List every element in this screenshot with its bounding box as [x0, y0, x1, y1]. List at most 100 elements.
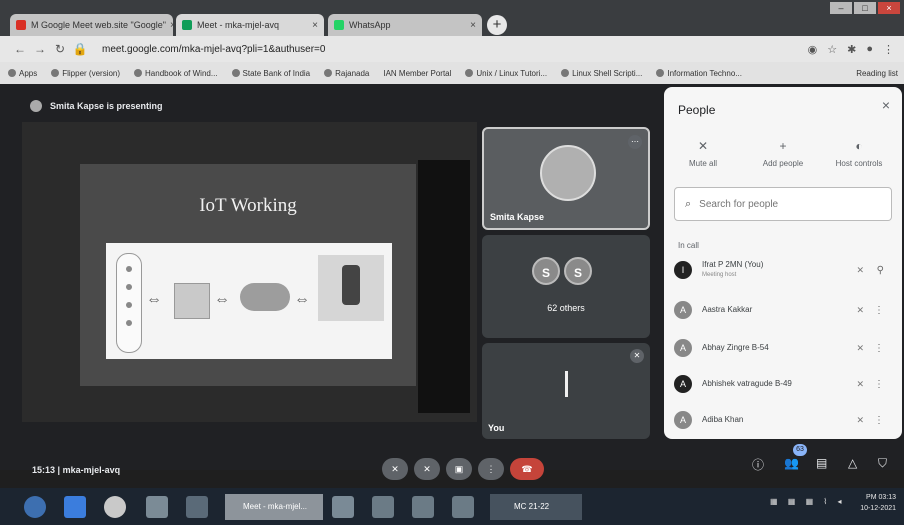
close-icon[interactable]: ×: [166, 20, 173, 31]
host-controls-button[interactable]: ◐ Host controls: [824, 139, 894, 168]
chat-icon[interactable]: ▤: [816, 456, 827, 470]
more-options-icon[interactable]: ⋮: [874, 343, 884, 354]
bookmark-icon: [656, 69, 665, 77]
participant-row[interactable]: A Abhishek vatragude B-49 ✕ ⋮: [674, 369, 892, 399]
role-text: Meeting host: [702, 272, 737, 278]
add-people-button[interactable]: + Add people: [748, 139, 818, 168]
self-tile[interactable]: ✕ You: [482, 343, 650, 439]
word-icon[interactable]: [332, 496, 354, 518]
participant-name: Aastra Kakkar: [702, 305, 753, 314]
bookmark-item[interactable]: Information Techno...: [656, 69, 742, 78]
close-icon[interactable]: ×: [882, 97, 890, 113]
taskbar-meet-window[interactable]: Meet - mka-mjel...: [225, 494, 323, 520]
bookmarks-bar: Apps Flipper (version) Handbook of Wind.…: [0, 62, 904, 84]
presenter-tile[interactable]: ⋯ Smita Kapse: [482, 127, 650, 230]
reload-icon[interactable]: ↻: [52, 42, 68, 56]
mute-all-button[interactable]: ✕ Mute all: [668, 139, 738, 168]
shield-icon[interactable]: ⛉: [878, 456, 887, 471]
minimize-button[interactable]: –: [830, 2, 852, 14]
edge-icon[interactable]: [64, 496, 86, 518]
arrow-icon: ⇔: [146, 291, 162, 308]
participant-row[interactable]: A Aastra Kakkar ✕ ⋮: [674, 295, 892, 325]
bookmark-item[interactable]: Unix / Linux Tutori...: [465, 69, 547, 78]
tab-google-meet-web[interactable]: M Google Meet web.site "Google" ×: [10, 14, 173, 36]
profile-icon[interactable]: ●: [866, 43, 873, 56]
bookmark-icon: [465, 69, 474, 77]
toggle-icon: ◐: [855, 139, 863, 153]
leave-call-button[interactable]: ☎: [510, 458, 544, 480]
excel-icon[interactable]: [412, 496, 434, 518]
presenting-banner: Smita Kapse is presenting: [30, 100, 163, 112]
bookmark-item[interactable]: IAN Member Portal: [383, 69, 451, 78]
whatsapp-icon: [334, 20, 344, 30]
camera-toggle-button[interactable]: ✕: [414, 458, 440, 480]
chrome-icon[interactable]: [104, 496, 126, 518]
more-options-icon[interactable]: ⋯: [628, 135, 642, 149]
tab-whatsapp[interactable]: WhatsApp ×: [328, 14, 482, 36]
bookmark-apps[interactable]: Apps: [8, 69, 37, 78]
url-field[interactable]: meet.google.com/mka-mjel-avq?pli=1&authu…: [102, 44, 325, 55]
microcontroller-icon: [174, 283, 210, 319]
address-bar: ← → ↻ 🔒 meet.google.com/mka-mjel-avq?pli…: [0, 36, 904, 62]
info-icon[interactable]: ⓘ: [752, 456, 764, 473]
extensions-icon[interactable]: ✱: [847, 43, 856, 56]
tile-name: You: [488, 423, 505, 433]
camera-icon[interactable]: ◉: [808, 43, 818, 56]
tab-label: WhatsApp: [349, 20, 391, 30]
pin-icon[interactable]: ⚲: [877, 265, 884, 276]
more-options-icon[interactable]: ⋮: [874, 415, 884, 426]
media-player-icon[interactable]: [186, 496, 208, 518]
bookmark-item[interactable]: Flipper (version): [51, 69, 120, 78]
window-close-button[interactable]: ×: [878, 2, 900, 14]
search-input[interactable]: [699, 198, 880, 210]
browser-tab-bar: M Google Meet web.site "Google" × Meet -…: [0, 0, 904, 36]
participant-row[interactable]: A Adiba Khan ✕ ⋮: [674, 405, 892, 435]
reading-list[interactable]: Reading list: [856, 69, 898, 78]
action-label: Mute all: [688, 159, 717, 168]
bookmark-icon: [51, 69, 60, 77]
avatar: S: [564, 257, 592, 285]
more-options-icon[interactable]: ⋮: [874, 379, 884, 390]
search-people-field[interactable]: ⌕: [674, 187, 892, 221]
people-icon[interactable]: 👥: [784, 456, 799, 470]
browser-toolbar-icons: ◉ ☆ ✱ ● ⋮: [808, 43, 904, 56]
meeting-time: 15:13: [32, 465, 56, 475]
file-explorer-icon[interactable]: [146, 496, 168, 518]
more-options-icon[interactable]: ⋮: [874, 305, 884, 316]
close-icon[interactable]: ×: [466, 20, 476, 31]
more-options-button[interactable]: ⋮: [478, 458, 504, 480]
bookmark-icon: [561, 69, 570, 77]
taskbar-mc-window[interactable]: MC 21-22: [490, 494, 582, 520]
forward-icon[interactable]: →: [32, 42, 48, 56]
participant-row[interactable]: A Abhay Zingre B-54 ✕ ⋮: [674, 333, 892, 363]
star-icon[interactable]: ☆: [827, 43, 837, 56]
bookmark-item[interactable]: State Bank of India: [231, 69, 310, 78]
mic-off-icon: ✕: [856, 342, 864, 353]
start-icon[interactable]: [24, 496, 46, 518]
clock[interactable]: PM 03:13 10-12-2021: [860, 492, 896, 514]
menu-icon[interactable]: ⋮: [883, 43, 894, 56]
activities-icon[interactable]: △: [848, 456, 857, 470]
participant-row[interactable]: I Ifrat P 2MN (You) Meeting host ✕ ⚲: [674, 255, 892, 285]
panel-title: People: [678, 103, 716, 117]
bookmark-item[interactable]: Linux Shell Scripti...: [561, 69, 642, 78]
maximize-button[interactable]: □: [854, 2, 876, 14]
window-icon[interactable]: [452, 496, 474, 518]
new-tab-button[interactable]: +: [487, 15, 507, 35]
close-icon[interactable]: ×: [308, 20, 318, 31]
bookmark-label: Rajanada: [335, 68, 370, 78]
tab-meet[interactable]: Meet - mka-mjel-avq ×: [176, 14, 324, 36]
mic-toggle-button[interactable]: ✕: [382, 458, 408, 480]
present-button[interactable]: ▣: [446, 458, 472, 480]
action-label: Host controls: [835, 159, 883, 168]
others-avatars: S S: [532, 257, 592, 285]
others-tile[interactable]: S S 62 others: [482, 235, 650, 338]
bookmark-icon: [231, 69, 240, 77]
mic-off-icon: ✕: [697, 139, 709, 153]
bookmark-label: Apps: [19, 68, 38, 78]
bookmark-item[interactable]: Handbook of Wind...: [134, 69, 218, 78]
powerpoint-icon[interactable]: [372, 496, 394, 518]
back-icon[interactable]: ←: [12, 42, 28, 56]
bookmark-item[interactable]: Rajanada: [324, 69, 369, 78]
mic-off-icon: ✕: [856, 264, 864, 275]
